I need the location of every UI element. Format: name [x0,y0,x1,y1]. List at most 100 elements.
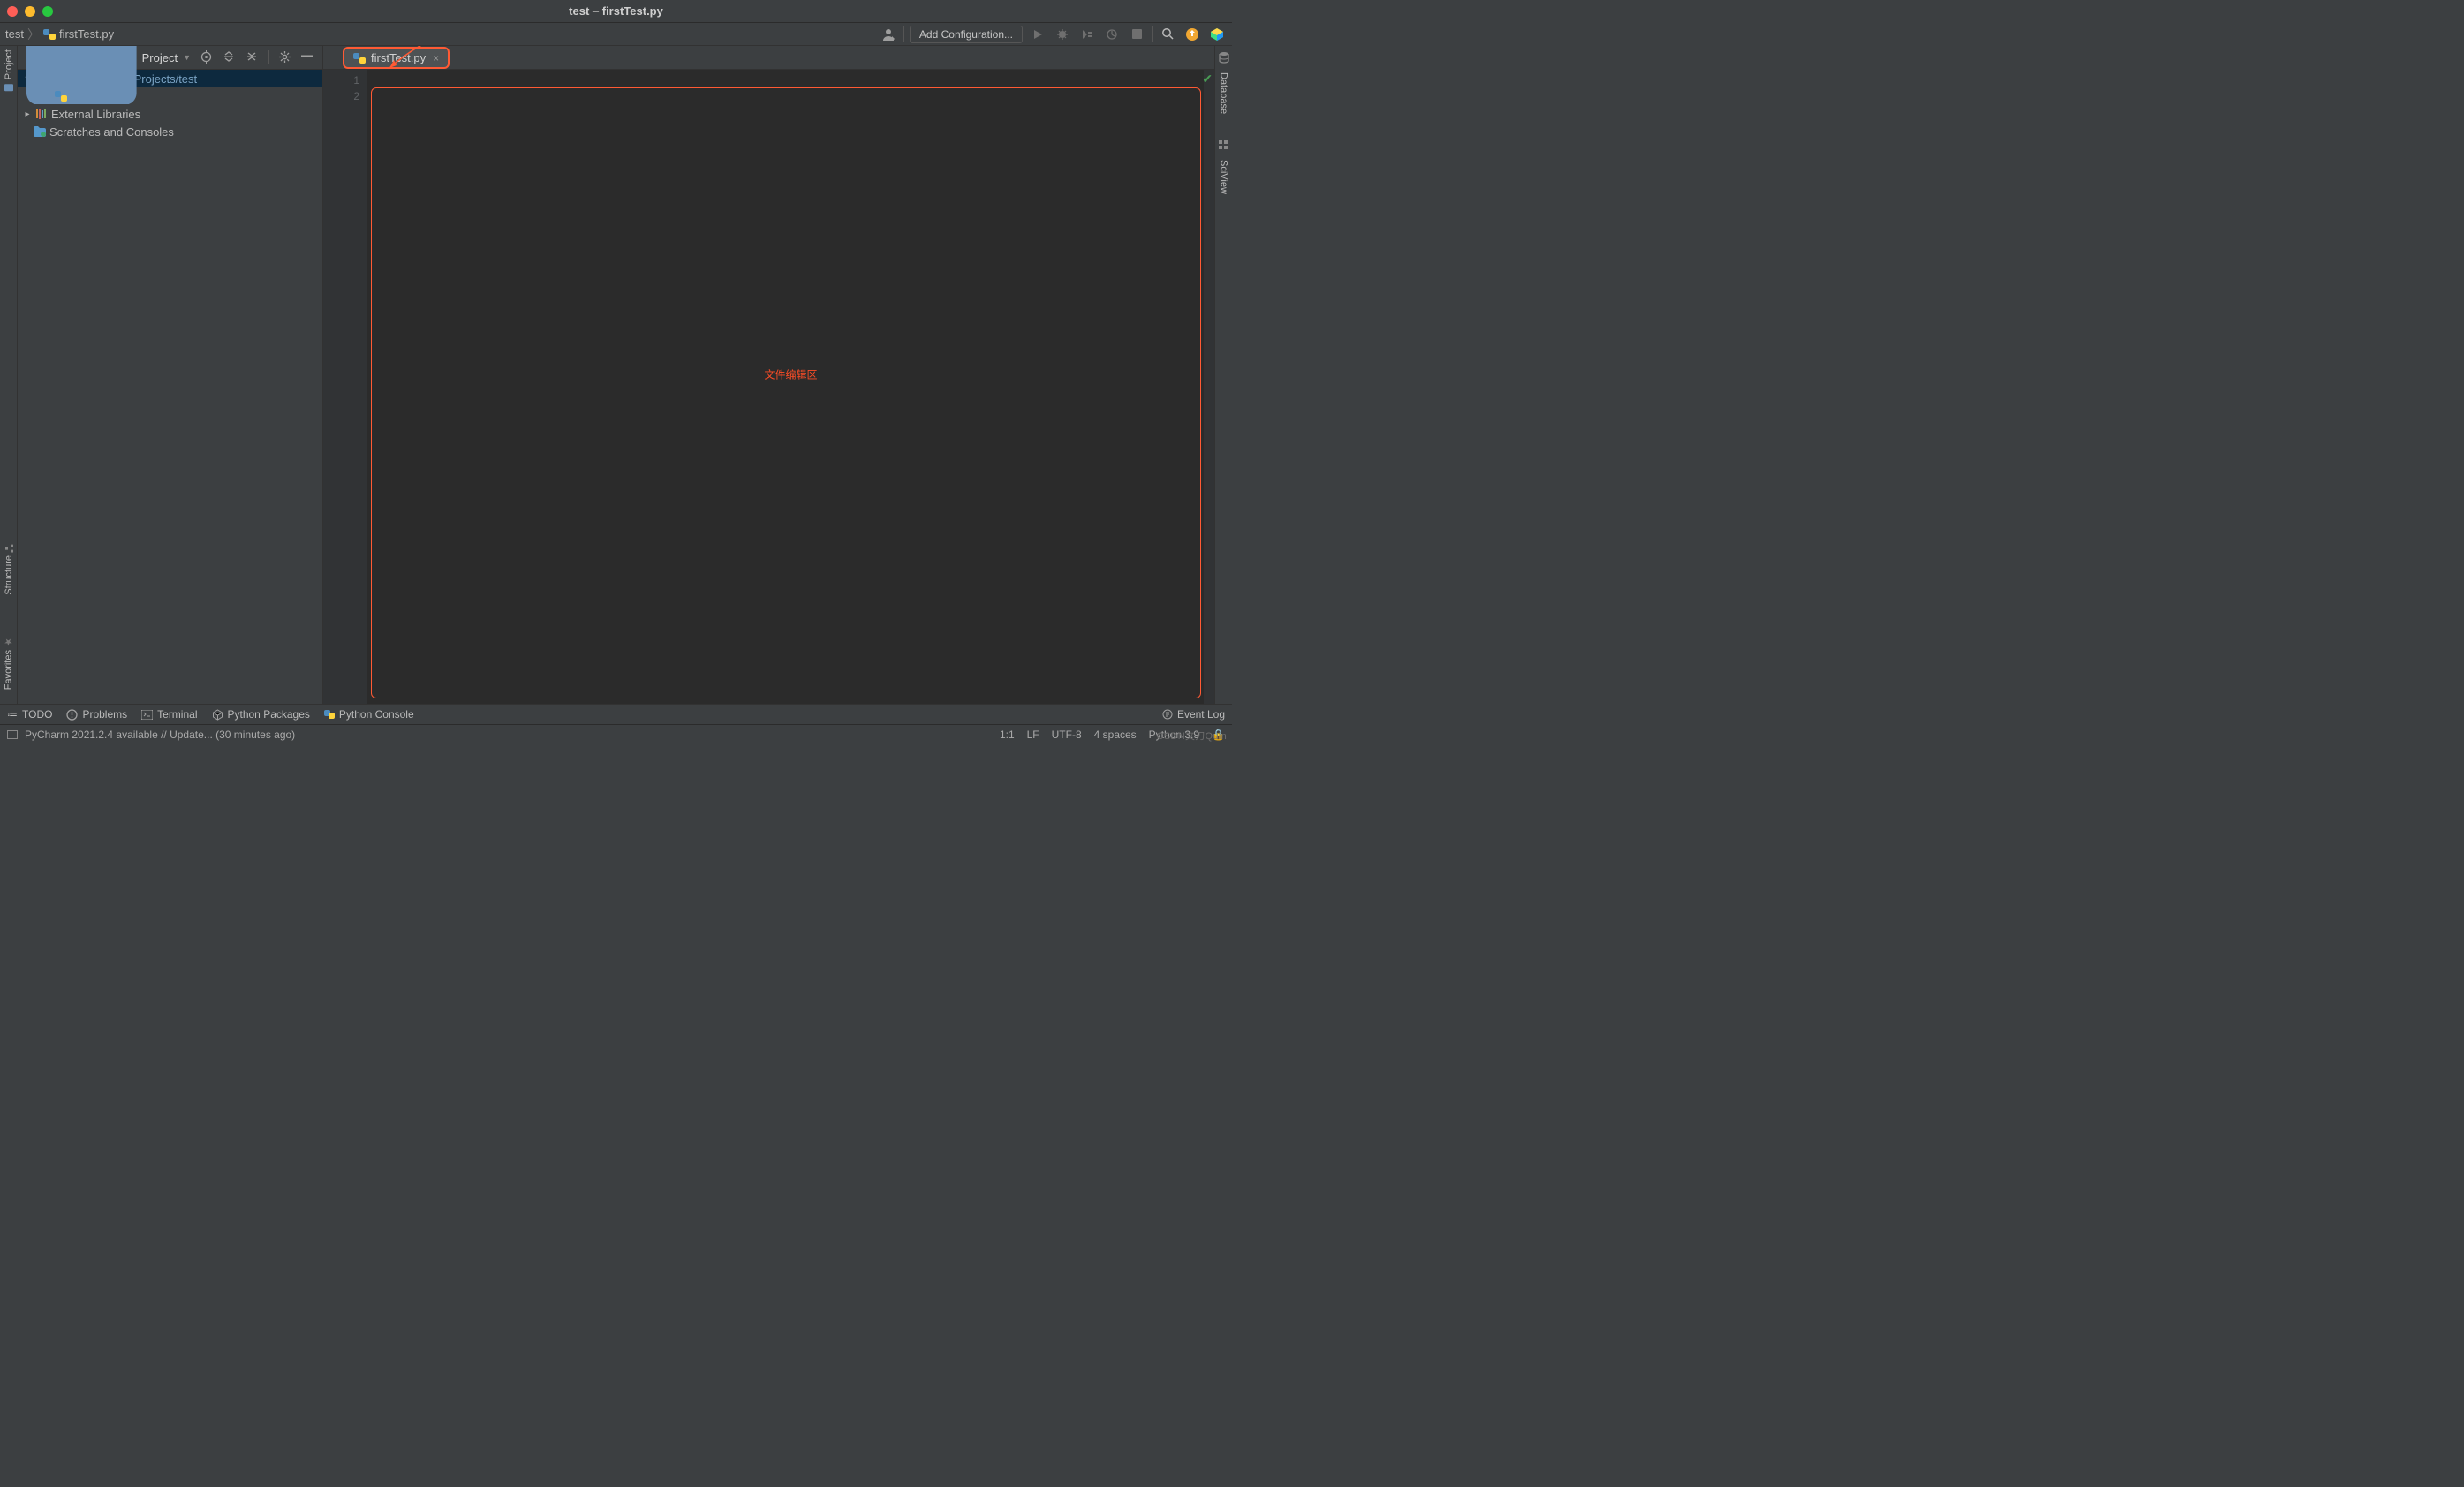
bottom-tab-problems[interactable]: Problems [66,708,127,721]
bottom-tab-python-console-label: Python Console [339,708,414,721]
close-window-icon[interactable] [7,6,18,17]
tree-external-label: External Libraries [51,108,140,121]
editor-code-area[interactable]: ✔ 文件编辑区 [367,70,1214,704]
breadcrumb-root[interactable]: test [5,27,24,41]
todo-icon: ≔ [7,708,18,721]
left-tool-bar: Project Structure Favorites ★ [0,46,18,704]
search-everywhere-icon[interactable] [1158,25,1177,44]
editor: 1 2 ✔ 文件编辑区 [323,70,1214,704]
right-tab-sciview-label: SciView [1219,160,1229,194]
python-file-icon [55,90,67,102]
bottom-tab-todo[interactable]: ≔ TODO [7,708,52,721]
zoom-window-icon[interactable] [42,6,53,17]
hide-panel-icon[interactable] [301,50,315,64]
editor-tabs: firstTest.py × [341,46,451,70]
python-icon [324,709,335,720]
editor-tab-label: firstTest.py [371,51,426,64]
watermark: CSDN文刀Quin [1157,728,1227,743]
coverage-icon[interactable] [1077,25,1097,44]
right-tab-database[interactable]: Database [1219,72,1229,114]
chevron-down-icon[interactable]: ▼ [183,53,191,62]
libraries-icon [35,109,48,119]
sciview-icon[interactable] [1219,140,1229,151]
profile-icon[interactable] [1102,25,1122,44]
left-tab-project[interactable]: Project [4,49,14,93]
annotation-editor-box [371,87,1201,698]
bottom-tab-terminal[interactable]: Terminal [141,708,197,721]
breadcrumb: test 〉 firstTest.py [5,26,114,43]
bottom-tab-event-log[interactable]: Event Log [1162,708,1225,721]
editor-marker-bar [1204,70,1214,704]
project-pane-title[interactable]: Project [142,51,178,64]
breadcrumb-sep-icon: 〉 [27,26,40,43]
left-tab-favorites-label: Favorites [4,650,14,690]
bottom-tab-event-log-label: Event Log [1177,708,1225,721]
event-log-icon [1162,709,1173,720]
bottom-tab-python-packages[interactable]: Python Packages [212,708,310,721]
sync-icon[interactable] [1183,25,1202,44]
editor-gutter: 1 2 [323,70,367,704]
problems-icon [66,709,78,721]
locate-icon[interactable] [200,50,214,64]
bottom-tool-bar: ≔TODO Problems Terminal Python Packages … [0,704,1232,724]
window-title-project: test [569,4,589,18]
left-tab-project-label: Project [4,49,14,79]
status-message[interactable]: PyCharm 2021.2.4 available // Update... … [25,728,295,741]
editor-tab-active[interactable]: firstTest.py × [343,47,450,69]
bottom-tab-todo-label: TODO [22,708,52,721]
window-title: test – firstTest.py [569,4,663,18]
close-tab-icon[interactable]: × [433,52,439,64]
tool-strip: Project ▼ firs [18,46,1214,70]
inspection-ok-icon[interactable]: ✔ [1202,72,1213,87]
stop-icon[interactable] [1127,25,1146,44]
run-icon[interactable] [1028,25,1047,44]
window-title-file: firstTest.py [602,4,663,18]
bottom-tab-problems-label: Problems [82,708,127,721]
database-icon[interactable] [1218,51,1230,64]
terminal-icon [141,710,153,720]
star-icon: ★ [3,636,14,647]
right-tab-database-label: Database [1219,72,1229,114]
breadcrumb-file-label: firstTest.py [59,27,114,41]
chevron-right-icon[interactable]: ▸ [23,109,32,119]
status-caret-pos[interactable]: 1:1 [1000,728,1015,741]
line-number: 2 [323,88,359,104]
breadcrumb-file[interactable]: firstTest.py [43,27,114,41]
user-icon[interactable] [879,25,898,44]
bottom-tab-python-packages-label: Python Packages [228,708,310,721]
status-encoding[interactable]: UTF-8 [1052,728,1082,741]
left-tab-structure[interactable]: Structure [4,544,14,595]
tree-external-libraries[interactable]: ▸ External Libraries [18,105,322,123]
project-tree: ▾ test ~/PycharmProjects/test firstTest.… [18,70,323,704]
bottom-tab-python-console[interactable]: Python Console [324,708,414,721]
bottom-tab-terminal-label: Terminal [157,708,197,721]
right-tool-bar: Database SciView [1214,46,1232,704]
left-tab-favorites[interactable]: Favorites ★ [3,629,14,690]
status-indent[interactable]: 4 spaces [1094,728,1137,741]
tree-scratches[interactable]: Scratches and Consoles [18,123,322,140]
tool-window-toggle-icon[interactable] [7,730,18,739]
annotation-editor-label: 文件编辑区 [764,366,817,381]
status-bar: PyCharm 2021.2.4 available // Update... … [0,724,1232,744]
titlebar: test – firstTest.py [0,0,1232,23]
right-tab-sciview[interactable]: SciView [1219,160,1229,194]
add-configuration-label: Add Configuration... [919,28,1013,41]
breadcrumb-root-label: test [5,27,24,41]
packages-icon [212,709,223,721]
project-view-icon [26,46,137,104]
python-file-icon [353,52,366,64]
collapse-all-icon[interactable] [246,50,260,64]
ide-logo-icon[interactable] [1207,25,1227,44]
python-file-icon [43,28,56,41]
debug-icon[interactable] [1053,25,1072,44]
add-configuration-button[interactable]: Add Configuration... [910,26,1023,43]
scratches-icon [34,126,46,137]
project-pane-header: Project ▼ [18,46,323,69]
window-title-sep: – [589,4,601,18]
status-line-sep[interactable]: LF [1027,728,1039,741]
gear-icon[interactable] [278,50,292,64]
toolbar-right: Add Configuration... [879,25,1227,44]
minimize-window-icon[interactable] [25,6,35,17]
expand-all-icon[interactable] [223,50,237,64]
nav-toolbar: test 〉 firstTest.py Add Configuration... [0,23,1232,46]
